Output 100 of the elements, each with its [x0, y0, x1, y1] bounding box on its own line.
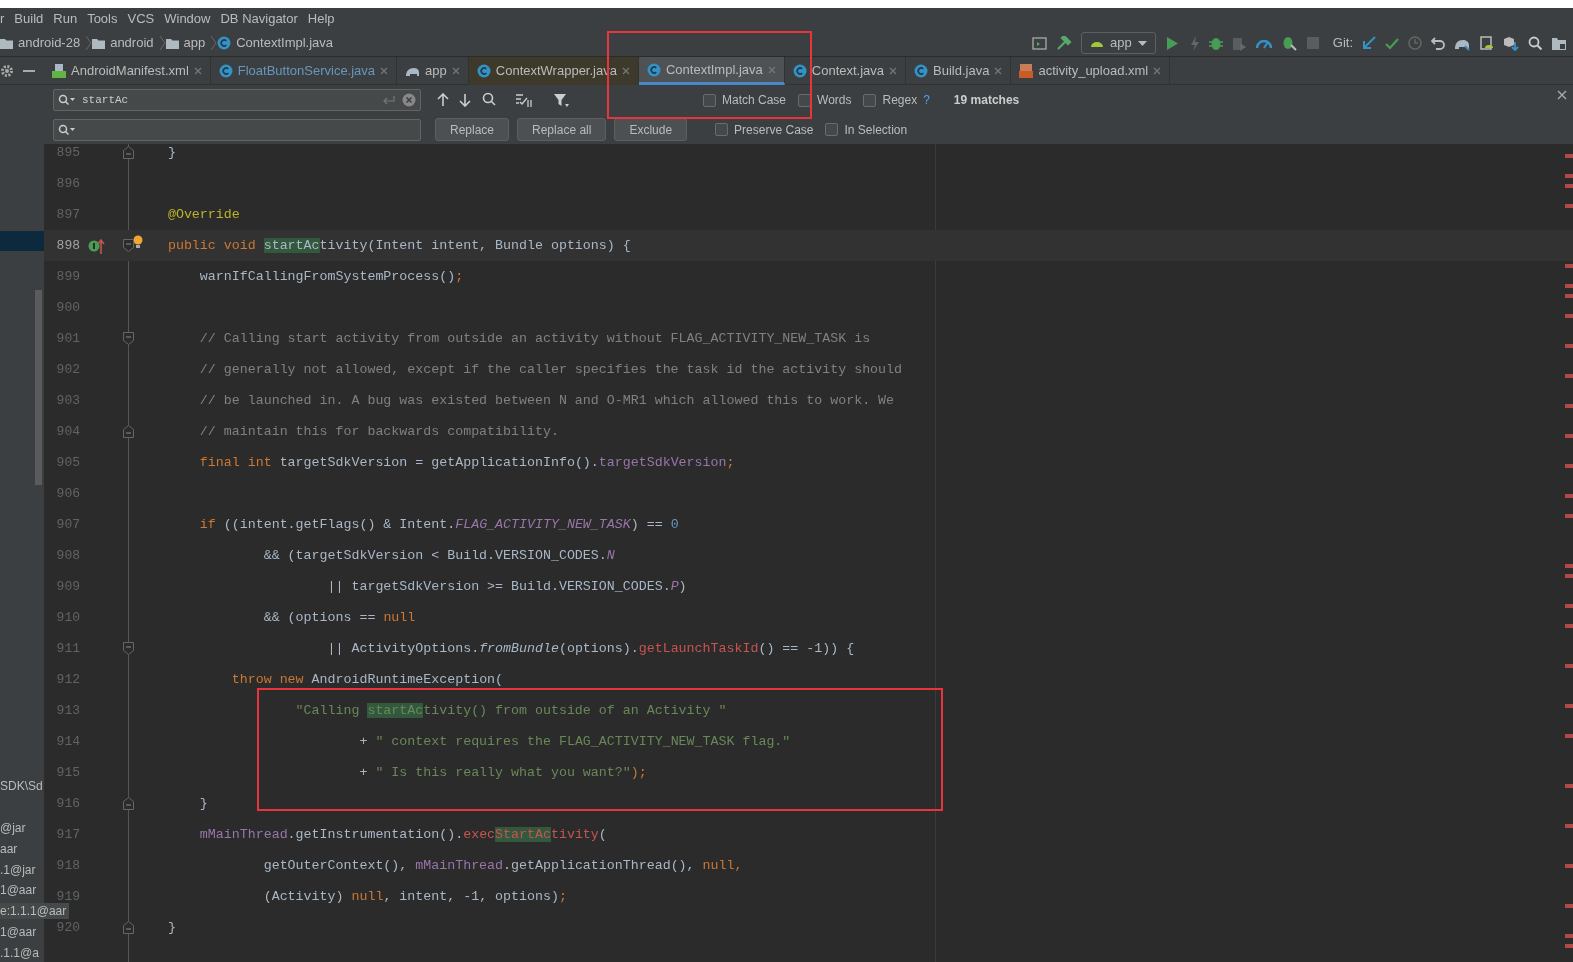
filter-icon[interactable]	[553, 92, 569, 108]
menu-item[interactable]: r	[0, 9, 5, 29]
run-config-dropdown[interactable]: app	[1081, 32, 1156, 54]
line-number: 915	[55, 763, 80, 782]
toolbar-button[interactable]: Replace all	[517, 118, 607, 141]
editor-tab[interactable]: ContextImpl.java	[638, 57, 785, 85]
git-label: Git:	[1332, 34, 1353, 53]
class-icon	[218, 64, 233, 78]
menu-item[interactable]: DB Navigator	[220, 9, 298, 29]
clear-icon[interactable]	[402, 93, 416, 107]
line-number: 902	[55, 360, 80, 379]
close-icon[interactable]	[621, 67, 630, 75]
fold-icon[interactable]	[123, 146, 134, 159]
code-line: && (options == null	[262, 608, 416, 627]
close-icon[interactable]	[1153, 67, 1162, 75]
tree-item[interactable]: SDK\Sd	[0, 778, 43, 794]
code-line: && (targetSdkVersion < Build.VERSION_CODES.N	[262, 546, 615, 565]
scrollbar-thumb[interactable]	[35, 290, 42, 485]
line-number: 895	[55, 144, 80, 162]
sdk-download-icon[interactable]	[1503, 35, 1519, 51]
select-all-icon[interactable]	[515, 92, 533, 108]
search-field[interactable]: startAc	[53, 89, 421, 111]
fold-icon[interactable]	[123, 921, 134, 934]
checkbox-label[interactable]: In Selection	[844, 120, 908, 139]
checkbox-label[interactable]: Preserve Case	[734, 120, 814, 139]
find-all-icon[interactable]	[481, 92, 497, 108]
window-icon[interactable]	[1032, 35, 1048, 51]
menu-item[interactable]: Window	[164, 9, 211, 29]
close-icon[interactable]	[380, 67, 389, 75]
menu-item[interactable]: Tools	[87, 9, 118, 29]
history-icon[interactable]	[1408, 36, 1422, 50]
checkbox-label[interactable]: Match Case	[722, 91, 787, 109]
close-icon[interactable]	[451, 67, 460, 75]
search-icon[interactable]	[1528, 36, 1542, 50]
checkbox[interactable]	[715, 123, 729, 136]
bug-icon[interactable]	[1208, 35, 1223, 51]
toolbar-button[interactable]: Replace	[435, 118, 510, 141]
line-number: 899	[55, 267, 80, 286]
fold-icon[interactable]	[123, 797, 134, 810]
minimize-icon[interactable]	[23, 69, 35, 72]
line-number: 904	[55, 422, 80, 441]
tree-item[interactable]: aar	[0, 841, 18, 857]
code-line: + " context requires the FLAG_ACTIVITY_NEW_TASK flag."	[358, 732, 791, 751]
coverage-icon[interactable]	[1231, 35, 1247, 51]
fold-icon[interactable]	[123, 642, 134, 655]
tree-item[interactable]: @jar	[0, 820, 26, 836]
checkbox[interactable]	[863, 93, 877, 107]
lightbulb-icon[interactable]	[133, 235, 143, 248]
checkbox[interactable]	[825, 123, 839, 136]
replace-field[interactable]	[53, 118, 421, 141]
close-icon[interactable]	[994, 67, 1003, 75]
fold-icon[interactable]	[123, 425, 134, 438]
line-number: 897	[55, 205, 80, 224]
tree-item[interactable]: e:1.1.1@aar	[0, 903, 70, 919]
code-line: getOuterContext(), mMainThread.getApplicationThread(), null,	[262, 856, 743, 875]
commit-icon[interactable]	[1385, 36, 1399, 50]
menu-item[interactable]: Help	[307, 9, 335, 29]
breadcrumb[interactable]: android	[110, 33, 154, 53]
tree-item[interactable]: .1.1@a	[0, 945, 39, 961]
tree-item[interactable]: 1@aar	[0, 882, 37, 898]
menu-item[interactable]: Run	[53, 9, 78, 29]
undo-icon[interactable]	[1431, 36, 1445, 50]
down-arrow-icon[interactable]	[459, 93, 471, 107]
stop-icon[interactable]	[1305, 36, 1320, 50]
tree-item[interactable]: 1@aar	[0, 924, 37, 940]
line-number: 918	[55, 856, 80, 875]
close-icon[interactable]	[1557, 90, 1567, 100]
override-icon[interactable]	[88, 237, 105, 254]
help-link[interactable]: ?	[923, 91, 930, 109]
fold-icon[interactable]	[123, 332, 134, 345]
line-number: 901	[55, 329, 80, 348]
hammer-icon[interactable]	[1056, 35, 1073, 51]
up-arrow-icon[interactable]	[437, 93, 449, 107]
device-icon[interactable]	[1479, 36, 1494, 50]
code-line: || targetSdkVersion >= Build.VERSION_CODES.P)	[326, 577, 687, 596]
line-number: 903	[55, 391, 80, 410]
toolbar-button[interactable]: Exclude	[614, 118, 688, 141]
breadcrumb[interactable]: android-28	[18, 33, 81, 53]
chevron-icon	[210, 35, 218, 51]
tree-item[interactable]: .1@jar	[0, 862, 36, 878]
project-structure-icon[interactable]	[1551, 35, 1567, 51]
line-number: 910	[55, 608, 80, 627]
settings-icon[interactable]	[1, 64, 13, 77]
close-icon[interactable]	[193, 67, 202, 75]
search-text: startAc	[82, 92, 130, 108]
update-icon[interactable]	[1362, 36, 1376, 50]
checkbox-label[interactable]: Words	[817, 91, 852, 109]
menu-item[interactable]: VCS	[127, 9, 155, 29]
breadcrumb[interactable]: ContextImpl.java	[236, 33, 334, 53]
code-line: throw new AndroidRuntimeException(	[230, 670, 504, 689]
run-icon[interactable]	[1164, 35, 1179, 51]
code-line: // generally not allowed, except if the caller specifies the task id the activity should	[198, 360, 903, 379]
breadcrumb[interactable]: app	[183, 33, 206, 53]
line-number: 914	[55, 732, 80, 751]
checkbox-label[interactable]: Regex	[882, 91, 918, 109]
match-count: 19 matches	[953, 92, 1020, 109]
close-icon[interactable]	[889, 67, 898, 75]
checkbox[interactable]	[703, 93, 716, 107]
menu-item[interactable]: Build	[14, 9, 44, 29]
line-number: 919	[55, 887, 80, 906]
